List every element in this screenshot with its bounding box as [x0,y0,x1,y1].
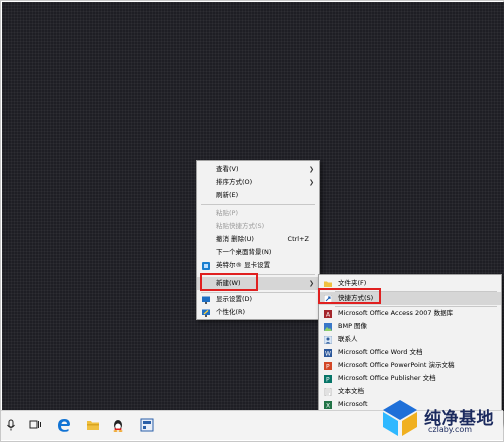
display-settings-icon [202,296,210,304]
menu-item-label: 查看(V) [216,165,239,173]
menu-item-sort-by[interactable]: 排序方式(O) ❯ [197,176,319,189]
file-explorer-icon[interactable] [86,418,100,432]
menu-item-label: 撤消 删除(U) [216,235,254,243]
highlight-box-shortcut [318,288,381,304]
svg-text:W: W [325,351,331,358]
intel-graphics-icon [202,262,210,270]
watermark-logo-icon [383,400,417,436]
submenu-item-label: 文本文档 [338,387,364,395]
folder-icon [324,281,332,287]
menu-item-label: 显示设置(D) [216,295,253,303]
personalize-icon [202,309,210,317]
menu-item-label: 粘贴快捷方式(S) [216,222,265,230]
menu-item-paste-shortcut[interactable]: 粘贴快捷方式(S) [197,220,319,233]
submenu-item-text-document[interactable]: 文本文档 [319,385,501,398]
menu-item-personalize[interactable]: 个性化(R) [197,306,319,319]
menu-item-label: 英特尔® 显卡设置 [216,261,271,269]
menu-item-display-settings[interactable]: 显示设置(D) [197,293,319,306]
powerpoint-icon: P [324,362,332,370]
submenu-item-word[interactable]: W Microsoft Office Word 文档 [319,346,501,359]
menu-item-view[interactable]: 查看(V) ❯ [197,163,319,176]
submenu-item-powerpoint[interactable]: P Microsoft Office PowerPoint 演示文稿 [319,359,501,372]
qq-icon[interactable] [111,418,125,432]
contact-icon [324,336,332,344]
shortcut-text: Ctrl+Z [287,235,309,243]
submenu-item-contact[interactable]: 联系人 [319,333,501,346]
word-icon: W [324,349,332,357]
menu-item-label: 排序方式(O) [216,178,253,186]
submenu-item-access-db[interactable]: A Microsoft Office Access 2007 数据库 [319,307,501,320]
submenu-item-label: Microsoft Office Access 2007 数据库 [338,309,454,317]
chevron-right-icon: ❯ [308,166,314,173]
watermark-url: czlaby.com [428,425,473,434]
menu-item-label: 刷新(E) [216,191,239,199]
menu-item-paste[interactable]: 粘贴(P) [197,207,319,220]
svg-text:P: P [326,364,330,371]
chevron-right-icon: ❯ [308,280,314,287]
submenu-item-label: BMP 图像 [338,322,368,330]
publisher-icon: P [324,375,332,383]
menu-item-label: 下一个桌面背景(N) [216,248,272,256]
submenu-item-label: 联系人 [338,335,358,343]
svg-text:P: P [326,377,330,384]
text-document-icon [324,388,332,396]
task-view-icon[interactable] [28,418,42,432]
edge-icon[interactable] [57,418,71,432]
app-icon[interactable] [140,418,154,432]
submenu-item-publisher[interactable]: P Microsoft Office Publisher 文档 [319,372,501,385]
menu-item-refresh[interactable]: 刷新(E) [197,189,319,202]
chevron-right-icon: ❯ [308,179,314,186]
menu-item-label: 个性化(R) [216,308,246,316]
svg-text:X: X [326,403,330,410]
submenu-item-label: Microsoft Office Publisher 文档 [338,374,436,382]
access-icon: A [324,310,332,318]
microphone-icon[interactable] [4,418,18,432]
menu-separator [201,204,315,205]
menu-item-next-background[interactable]: 下一个桌面背景(N) [197,246,319,259]
menu-item-label: 粘贴(P) [216,209,238,217]
submenu-item-label: Microsoft Office Word 文档 [338,348,423,356]
highlight-box-new [200,273,258,291]
menu-item-intel-graphics[interactable]: 英特尔® 显卡设置 [197,259,319,272]
submenu-item-bmp[interactable]: BMP 图像 [319,320,501,333]
excel-icon: X [324,401,332,409]
bmp-image-icon [324,323,332,331]
submenu-item-label: Microsoft Office PowerPoint 演示文稿 [338,361,455,369]
desktop-context-menu: 查看(V) ❯ 排序方式(O) ❯ 刷新(E) 粘贴(P) 粘贴快捷方式(S) … [196,160,320,320]
menu-item-undo-delete[interactable]: 撤消 删除(U) Ctrl+Z [197,233,319,246]
